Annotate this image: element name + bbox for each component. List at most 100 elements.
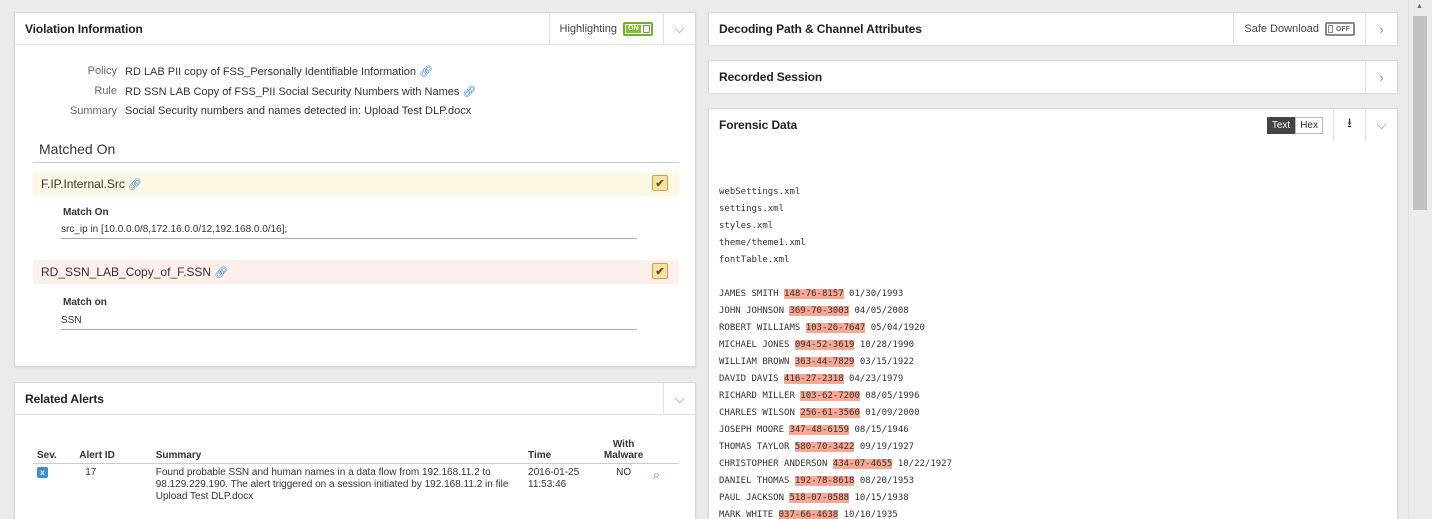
expand-decoding-button[interactable]: › xyxy=(1365,13,1397,45)
forensic-file-line: theme/theme1.xml xyxy=(719,238,806,248)
summary-value: Social Security numbers and names detect… xyxy=(125,105,472,117)
forensic-record-line: ROBERT WILLIAMS 103-26-7647 05/04/1920 xyxy=(719,320,952,337)
severity-badge: x xyxy=(37,467,48,478)
magnifier-icon[interactable]: ⌕ xyxy=(653,467,660,482)
link-icon[interactable]: 🔗︎ xyxy=(128,178,142,191)
chevron-right-icon: › xyxy=(1379,69,1384,85)
download-button[interactable]: ⭳ xyxy=(1333,109,1365,141)
record-ssn-highlight: 363-44-7829 xyxy=(794,357,855,367)
highlighting-control[interactable]: Highlighting ON xyxy=(548,13,663,44)
toggle-knob xyxy=(1328,25,1333,33)
text-mode-button[interactable]: Text xyxy=(1266,116,1296,134)
record-ssn-highlight: 416-27-2318 xyxy=(784,374,844,384)
download-icon: ⭳ xyxy=(1347,115,1352,130)
record-date: 08/15/1946 xyxy=(849,425,909,435)
chevron-down-icon: ⌵ xyxy=(1376,117,1387,132)
record-ssn-highlight: 037-66-4638 xyxy=(778,510,839,519)
match-row-ip: F.IP.Internal.Src 🔗︎ xyxy=(33,172,679,196)
match-on-value: src_ip in [10.0.0.0/8,172.16.0.0/12,192.… xyxy=(61,224,637,239)
chevron-down-icon: ⌵ xyxy=(674,390,685,406)
table-row[interactable]: x 17 Found probable SSN and human names … xyxy=(33,464,679,507)
forensic-record-line: DAVID DAVIS 416-27-2318 04/23/1979 xyxy=(719,371,952,388)
record-date: 04/23/1979 xyxy=(843,374,904,384)
forensic-record-line: CHRISTOPHER ANDERSON 434-07-4655 10/22/1… xyxy=(719,456,952,473)
summary-label: Summary xyxy=(69,105,117,117)
violation-header: Violation Information Highlighting ON ⌵ xyxy=(15,13,695,45)
col-malware: With Malware xyxy=(598,437,649,464)
policy-row: Policy RD LAB PII copy of FSS_Personally… xyxy=(15,65,433,78)
recorded-panel: Recorded Session › xyxy=(708,60,1398,93)
link-icon[interactable]: 🔗︎ xyxy=(462,86,476,98)
record-date: 08/05/1996 xyxy=(859,391,920,401)
record-date: 10/10/1935 xyxy=(838,510,898,519)
toggle-knob xyxy=(642,24,650,33)
record-date: 09/19/1927 xyxy=(854,442,915,452)
alert-malware-cell: NO xyxy=(616,467,632,478)
rule-value: RD SSN LAB Copy of FSS_PII Social Securi… xyxy=(125,86,460,98)
recorded-header: Recorded Session › xyxy=(709,61,1397,93)
related-alerts-panel: Related Alerts ⌵ Sev. Alert ID Summary T… xyxy=(14,382,696,519)
record-ssn-highlight: 094-52-3619 xyxy=(794,340,855,350)
scroll-up-icon[interactable]: ▲ xyxy=(1416,3,1423,10)
record-name: DANIEL THOMAS xyxy=(719,476,795,486)
record-ssn-highlight: 369-70-3003 xyxy=(789,306,850,316)
highlighting-toggle[interactable]: ON xyxy=(623,21,653,36)
hex-mode-button[interactable]: Hex xyxy=(1295,116,1323,134)
collapse-related-button[interactable]: ⌵ xyxy=(663,383,695,414)
link-icon[interactable]: 🔗︎ xyxy=(419,66,433,78)
decoding-panel: Decoding Path & Channel Attributes Safe … xyxy=(708,12,1398,45)
record-date: 05/04/1920 xyxy=(865,323,925,333)
decoding-title: Decoding Path & Channel Attributes xyxy=(719,22,922,36)
collapse-violation-button[interactable]: ⌵ xyxy=(663,13,695,44)
record-ssn-highlight: 103-26-7647 xyxy=(805,323,866,333)
highlighting-label: Highlighting xyxy=(559,22,617,35)
record-ssn-highlight: 148-76-8157 xyxy=(784,289,844,299)
forensic-title: Forensic Data xyxy=(719,118,798,132)
forensic-record-line: WILLIAM BROWN 363-44-7829 03/15/1922 xyxy=(719,354,952,371)
record-name: THOMAS TAYLOR xyxy=(719,442,795,452)
forensic-records: JAMES SMITH 148-76-8157 01/30/1993 JOHN J… xyxy=(719,286,952,519)
link-icon[interactable]: 🔗︎ xyxy=(214,266,228,279)
forensic-header: Forensic Data Text Hex ⭳ ⌵ xyxy=(709,109,1397,141)
expand-recorded-button[interactable]: › xyxy=(1365,61,1397,93)
page-scrollbar[interactable]: ▲ xyxy=(1408,0,1432,519)
chevron-down-icon: ⌵ xyxy=(674,20,685,36)
record-name: JAMES SMITH xyxy=(719,289,785,299)
record-name: PAUL JACKSON xyxy=(719,493,790,503)
record-name: CHARLES WILSON xyxy=(719,408,801,418)
forensic-file-line: fontTable.xml xyxy=(719,255,790,265)
record-date: 10/15/1938 xyxy=(849,493,909,503)
forensic-record-line: JOSEPH MOORE 347-48-6159 08/15/1946 xyxy=(719,422,952,439)
match-check-icon[interactable]: ✔ xyxy=(652,175,668,191)
record-name: MICHAEL JONES xyxy=(719,340,795,350)
alerts-table: Sev. Alert ID Summary Time With Malware … xyxy=(33,437,679,506)
forensic-record-line: MICHAEL JONES 094-52-3619 10/28/1990 xyxy=(719,337,952,354)
recorded-title: Recorded Session xyxy=(719,70,823,84)
collapse-forensic-button[interactable]: ⌵ xyxy=(1365,109,1397,141)
record-ssn-highlight: 434-07-4655 xyxy=(832,459,893,469)
alert-id-cell: 17 xyxy=(85,467,97,478)
record-name: WILLIAM BROWN xyxy=(719,357,795,367)
record-date: 10/22/1927 xyxy=(892,459,953,469)
col-alert-id: Alert ID xyxy=(75,437,152,464)
match-on-value: SSN xyxy=(61,315,637,330)
col-summary: Summary xyxy=(151,437,525,464)
match-check-icon[interactable]: ✔ xyxy=(652,263,668,279)
forensic-record-line: DANIEL THOMAS 192-78-8618 08/20/1953 xyxy=(719,473,952,490)
match-name: RD_SSN_LAB_Copy_of_F.SSN xyxy=(41,265,212,279)
record-date: 04/05/2008 xyxy=(849,306,909,316)
policy-label: Policy xyxy=(87,65,117,77)
record-date: 08/20/1953 xyxy=(854,476,915,486)
violation-title: Violation Information xyxy=(25,21,143,36)
record-date: 10/28/1990 xyxy=(854,340,915,350)
forensic-record-line: CHARLES WILSON 256-61-3560 01/09/2000 xyxy=(719,405,952,422)
safe-download-toggle[interactable]: OFF xyxy=(1325,22,1355,36)
safe-download-label: Safe Download xyxy=(1244,23,1319,35)
scrollbar-thumb[interactable] xyxy=(1413,16,1427,210)
safe-download-control[interactable]: Safe Download OFF xyxy=(1233,13,1365,45)
record-date: 03/15/1922 xyxy=(854,357,915,367)
forensic-record-line: PAUL JACKSON 518-07-0588 10/15/1938 xyxy=(719,490,952,507)
forensic-file-list: webSettings.xml settings.xml styles.xml the… xyxy=(719,184,806,269)
record-ssn-highlight: 192-78-8618 xyxy=(794,476,855,486)
safe-download-state: OFF xyxy=(1336,25,1350,33)
